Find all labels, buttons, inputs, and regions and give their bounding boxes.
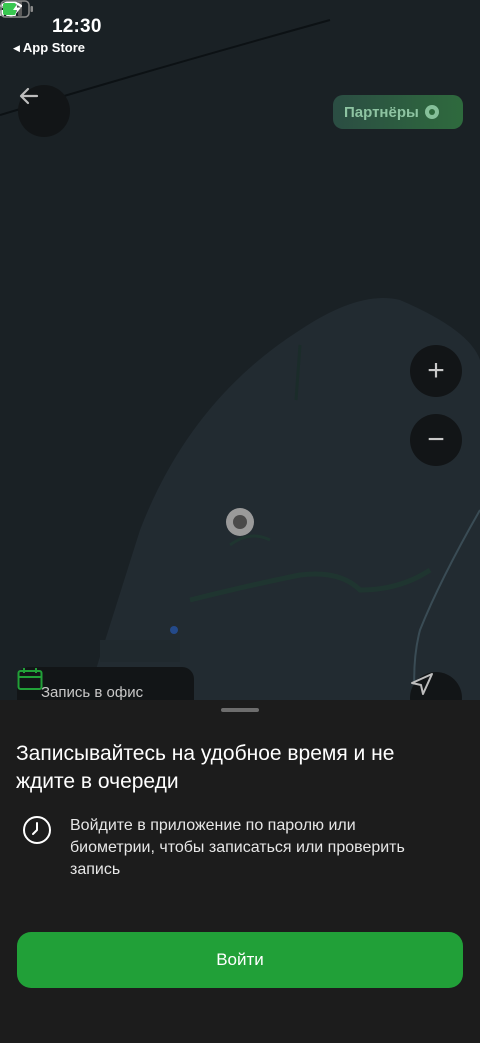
status-time: 12:30 <box>52 16 102 37</box>
arrow-left-icon <box>19 87 39 105</box>
back-triangle-icon: ◀ <box>13 43 20 53</box>
sheet-grabber-handle[interactable] <box>221 708 259 712</box>
status-bar: 12:30 ◀ App Store <box>0 0 480 60</box>
calendar-icon <box>17 668 43 690</box>
partners-button[interactable]: Партнёры <box>333 95 463 129</box>
location-marker[interactable] <box>226 508 254 536</box>
plus-icon: + <box>427 354 445 387</box>
partners-ring-icon <box>424 105 439 119</box>
clock-icon <box>23 816 51 844</box>
zoom-in-button[interactable]: + <box>410 345 462 397</box>
bottom-sheet: Записывайтесь на удобное время и не ждит… <box>0 700 480 1043</box>
back-app-label: App Store <box>22 40 86 55</box>
info-text: Войдите в приложение по паролю или биоме… <box>70 817 405 878</box>
office-chip-label: Запись в офис <box>41 684 144 701</box>
partners-label: Партнёры <box>344 103 419 121</box>
minus-icon: − <box>427 423 445 456</box>
back-to-app-store[interactable]: ◀ App Store <box>13 40 85 55</box>
info-row: Войдите в приложение по паролю или биоме… <box>22 815 462 881</box>
zoom-out-button[interactable]: − <box>410 414 462 466</box>
sheet-title: Записывайтесь на удобное время и не ждит… <box>16 742 395 793</box>
map-view[interactable]: 12:30 ◀ App Store Партнёры + − Запись в … <box>0 0 480 720</box>
map-back-button[interactable] <box>18 85 70 137</box>
navigation-arrow-icon <box>411 673 433 695</box>
login-button[interactable]: Войти <box>17 932 463 988</box>
battery-icon <box>0 0 33 18</box>
